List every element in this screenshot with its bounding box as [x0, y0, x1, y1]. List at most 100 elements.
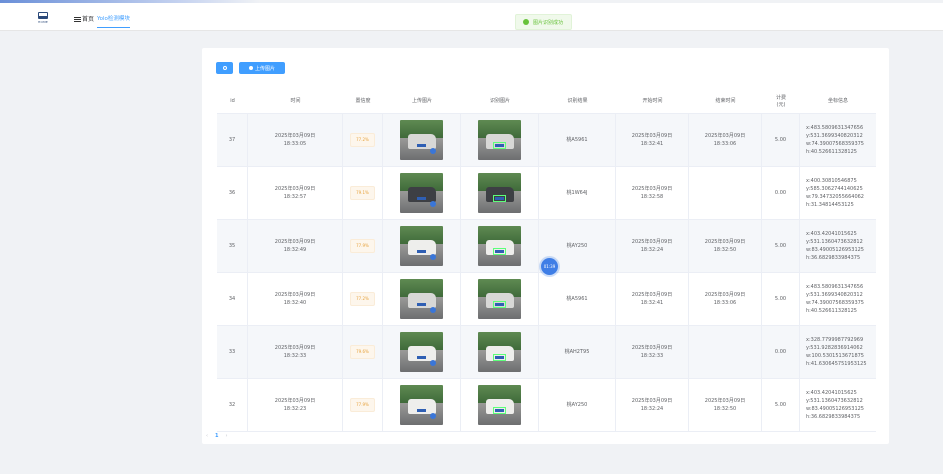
page-number-current[interactable]: 1: [215, 433, 218, 439]
result-image-thumbnail[interactable]: [478, 279, 521, 319]
header-coords: 坐标信息: [827, 98, 848, 104]
cell-fee: 0.00: [762, 326, 800, 378]
cell-coords: x:403.42041015625 y:531.1360473632812 w:…: [806, 390, 864, 420]
table-row[interactable]: 37 2025年03月09日 18:33:05 77.2% 桃A5961 2025年03…: [217, 114, 876, 167]
cell-upload-image: [383, 326, 461, 378]
table-row[interactable]: 32 2025年03月09日 18:32:23 77.9% 桃AY250 2025年03…: [217, 379, 876, 432]
cell-start-time: 2025年03月09日 18:32:24: [616, 220, 689, 272]
cell-end-time: [689, 167, 762, 219]
cell-upload-image: [383, 167, 461, 219]
menu-icon[interactable]: [74, 17, 81, 22]
cell-fee: 0.00: [762, 167, 800, 219]
header-start-time: 开始时间: [642, 98, 663, 104]
cell-upload-image: [383, 114, 461, 166]
cell-result: 桃A5961: [539, 114, 616, 166]
next-page-button[interactable]: ›: [225, 433, 227, 439]
cell-upload-image: [383, 220, 461, 272]
header-id: id: [230, 98, 235, 104]
header-confidence: 置信度: [355, 98, 371, 104]
cell-id: 33: [217, 326, 248, 378]
cell-confidence: 77.2%: [343, 273, 383, 325]
cell-upload-image: [383, 379, 461, 431]
cell-end-time: [689, 326, 762, 378]
result-image-thumbnail[interactable]: [478, 173, 521, 213]
cell-time: 2025年03月09日 18:32:49: [248, 220, 343, 272]
result-image-thumbnail[interactable]: [478, 332, 521, 372]
tab-yolo-module[interactable]: Yolo检测模块: [97, 14, 130, 28]
cell-result-image: [461, 167, 539, 219]
upload-image-thumbnail[interactable]: [400, 332, 443, 372]
tab-home[interactable]: 首页: [82, 14, 94, 23]
cell-id: 32: [217, 379, 248, 431]
cell-result: 桃AY250: [539, 379, 616, 431]
cell-time: 2025年03月09日 18:33:05: [248, 114, 343, 166]
cell-coords: x:328.7799987792969 y:531.9282836914062 …: [806, 337, 867, 367]
cell-start-time: 2025年03月09日 18:32:58: [616, 167, 689, 219]
upload-image-thumbnail[interactable]: [400, 120, 443, 160]
result-image-thumbnail[interactable]: [478, 226, 521, 266]
cell-fee: 5.00: [762, 220, 800, 272]
cell-fee: 5.00: [762, 273, 800, 325]
pagination: ‹ 1 ›: [206, 433, 227, 439]
cell-fee: 5.00: [762, 379, 800, 431]
cell-confidence: 77.2%: [343, 114, 383, 166]
success-toast: 图片识别成功: [515, 14, 573, 30]
confidence-tag: 77.2%: [350, 292, 375, 306]
cell-start-time: 2025年03月09日 18:32:41: [616, 114, 689, 166]
cell-start-time: 2025年03月09日 18:32:24: [616, 379, 689, 431]
header-fee: 计费 (元): [775, 94, 786, 108]
cell-coords: x:400.30810546875 y:585.3062744140625 w:…: [806, 178, 864, 208]
table-header: id 时间 置信度 上传图片 识别图片 识别结果 开始时间 结束时间 计费 (元…: [217, 90, 876, 114]
upload-image-thumbnail[interactable]: [400, 279, 443, 319]
cell-time: 2025年03月09日 18:32:57: [248, 167, 343, 219]
confidence-tag: 79.6%: [350, 345, 375, 359]
result-image-thumbnail[interactable]: [478, 385, 521, 425]
cell-id: 37: [217, 114, 248, 166]
cell-time: 2025年03月09日 18:32:40: [248, 273, 343, 325]
cell-result-image: [461, 326, 539, 378]
cell-result-image: [461, 273, 539, 325]
cell-time: 2025年03月09日 18:32:23: [248, 379, 343, 431]
table-row[interactable]: 34 2025年03月09日 18:32:40 77.2% 桃A5961 2025年03…: [217, 273, 876, 326]
cell-time: 2025年03月09日 18:32:33: [248, 326, 343, 378]
confidence-tag: 77.2%: [350, 133, 375, 147]
logo-text: HOME: [38, 20, 48, 24]
confidence-tag: 79.1%: [350, 186, 375, 200]
cell-end-time: 2025年03月09日 18:33:06: [689, 114, 762, 166]
cell-confidence: 77.9%: [343, 379, 383, 431]
upload-image-thumbnail[interactable]: [400, 226, 443, 266]
result-image-thumbnail[interactable]: [478, 120, 521, 160]
cell-end-time: 2025年03月09日 18:32:50: [689, 379, 762, 431]
cell-confidence: 79.6%: [343, 326, 383, 378]
home-logo[interactable]: HOME: [32, 12, 54, 28]
cell-start-time: 2025年03月09日 18:32:41: [616, 273, 689, 325]
search-button[interactable]: [216, 62, 233, 74]
upload-label: 上传图片: [254, 65, 275, 72]
content-card: 上传图片 id 时间 置信度 上传图片 识别图片 识别结果 开始时间 结束时间 …: [202, 48, 889, 444]
upload-icon: [248, 66, 253, 70]
cell-coords: x:483.5809631347656 y:531.3699340820312 …: [806, 284, 864, 314]
cell-upload-image: [383, 273, 461, 325]
search-icon: [222, 66, 227, 70]
cell-coords: x:483.5809631347656 y:531.3699340820312 …: [806, 125, 864, 155]
upload-image-thumbnail[interactable]: [400, 385, 443, 425]
cursor-indicator: 01:39: [541, 258, 558, 275]
header-time: 时间: [290, 98, 301, 104]
cell-result: 桃AH2T95: [539, 326, 616, 378]
upload-image-button[interactable]: 上传图片: [239, 62, 285, 74]
cell-confidence: 77.9%: [343, 220, 383, 272]
header-upload-image: 上传图片: [411, 98, 432, 104]
table-row[interactable]: 36 2025年03月09日 18:32:57 79.1% 桃1W64J 2025年03…: [217, 167, 876, 220]
cell-result-image: [461, 379, 539, 431]
cell-start-time: 2025年03月09日 18:32:33: [616, 326, 689, 378]
cell-fee: 5.00: [762, 114, 800, 166]
top-navbar: HOME 首页 Yolo检测模块 图片识别成功: [0, 3, 943, 31]
upload-image-thumbnail[interactable]: [400, 173, 443, 213]
table-row[interactable]: 33 2025年03月09日 18:32:33 79.6% 桃AH2T95 2025年0…: [217, 326, 876, 379]
check-circle-icon: [523, 19, 529, 25]
prev-page-button[interactable]: ‹: [206, 433, 208, 439]
cell-coords: x:403.42041015625 y:531.1360473632812 w:…: [806, 231, 864, 261]
cell-result: 桃1W64J: [539, 167, 616, 219]
confidence-tag: 77.9%: [350, 239, 375, 253]
cell-id: 35: [217, 220, 248, 272]
